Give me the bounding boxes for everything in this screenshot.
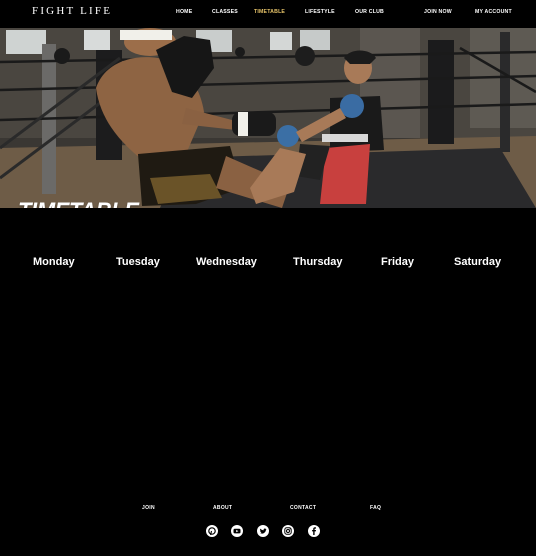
day-wednesday[interactable]: Wednesday (196, 256, 257, 268)
hero-title: TIMETABLE (18, 198, 139, 208)
nav-classes[interactable]: CLASSES (212, 9, 238, 15)
day-friday[interactable]: Friday (381, 256, 414, 268)
site-header: FIGHT LIFE HOME CLASSES TIMETABLE LIFEST… (0, 0, 536, 28)
pinterest-icon[interactable] (206, 525, 218, 537)
nav-our-club[interactable]: OUR CLUB (355, 9, 384, 15)
day-saturday[interactable]: Saturday (454, 256, 501, 268)
nav-timetable[interactable]: TIMETABLE (254, 9, 285, 15)
twitter-icon[interactable] (257, 525, 269, 537)
day-tuesday[interactable]: Tuesday (116, 256, 160, 268)
nav-lifestyle[interactable]: LIFESTYLE (305, 9, 335, 15)
brand-logo[interactable]: FIGHT LIFE (32, 5, 112, 17)
hero-banner: TIMETABLE (0, 28, 536, 208)
footer-join-link[interactable]: JOIN (142, 505, 155, 511)
footer-contact-link[interactable]: CONTACT (290, 505, 316, 511)
my-account-link[interactable]: MY ACCOUNT (475, 9, 512, 15)
footer-faq-link[interactable]: FAQ (370, 505, 381, 511)
day-monday[interactable]: Monday (33, 256, 75, 268)
join-now-button[interactable]: JOIN NOW (424, 9, 452, 15)
facebook-icon[interactable] (308, 525, 320, 537)
footer-about-link[interactable]: ABOUT (213, 505, 232, 511)
instagram-icon[interactable] (282, 525, 294, 537)
youtube-icon[interactable] (231, 525, 243, 537)
day-thursday[interactable]: Thursday (293, 256, 343, 268)
nav-home[interactable]: HOME (176, 9, 192, 15)
hero-image (0, 28, 536, 208)
